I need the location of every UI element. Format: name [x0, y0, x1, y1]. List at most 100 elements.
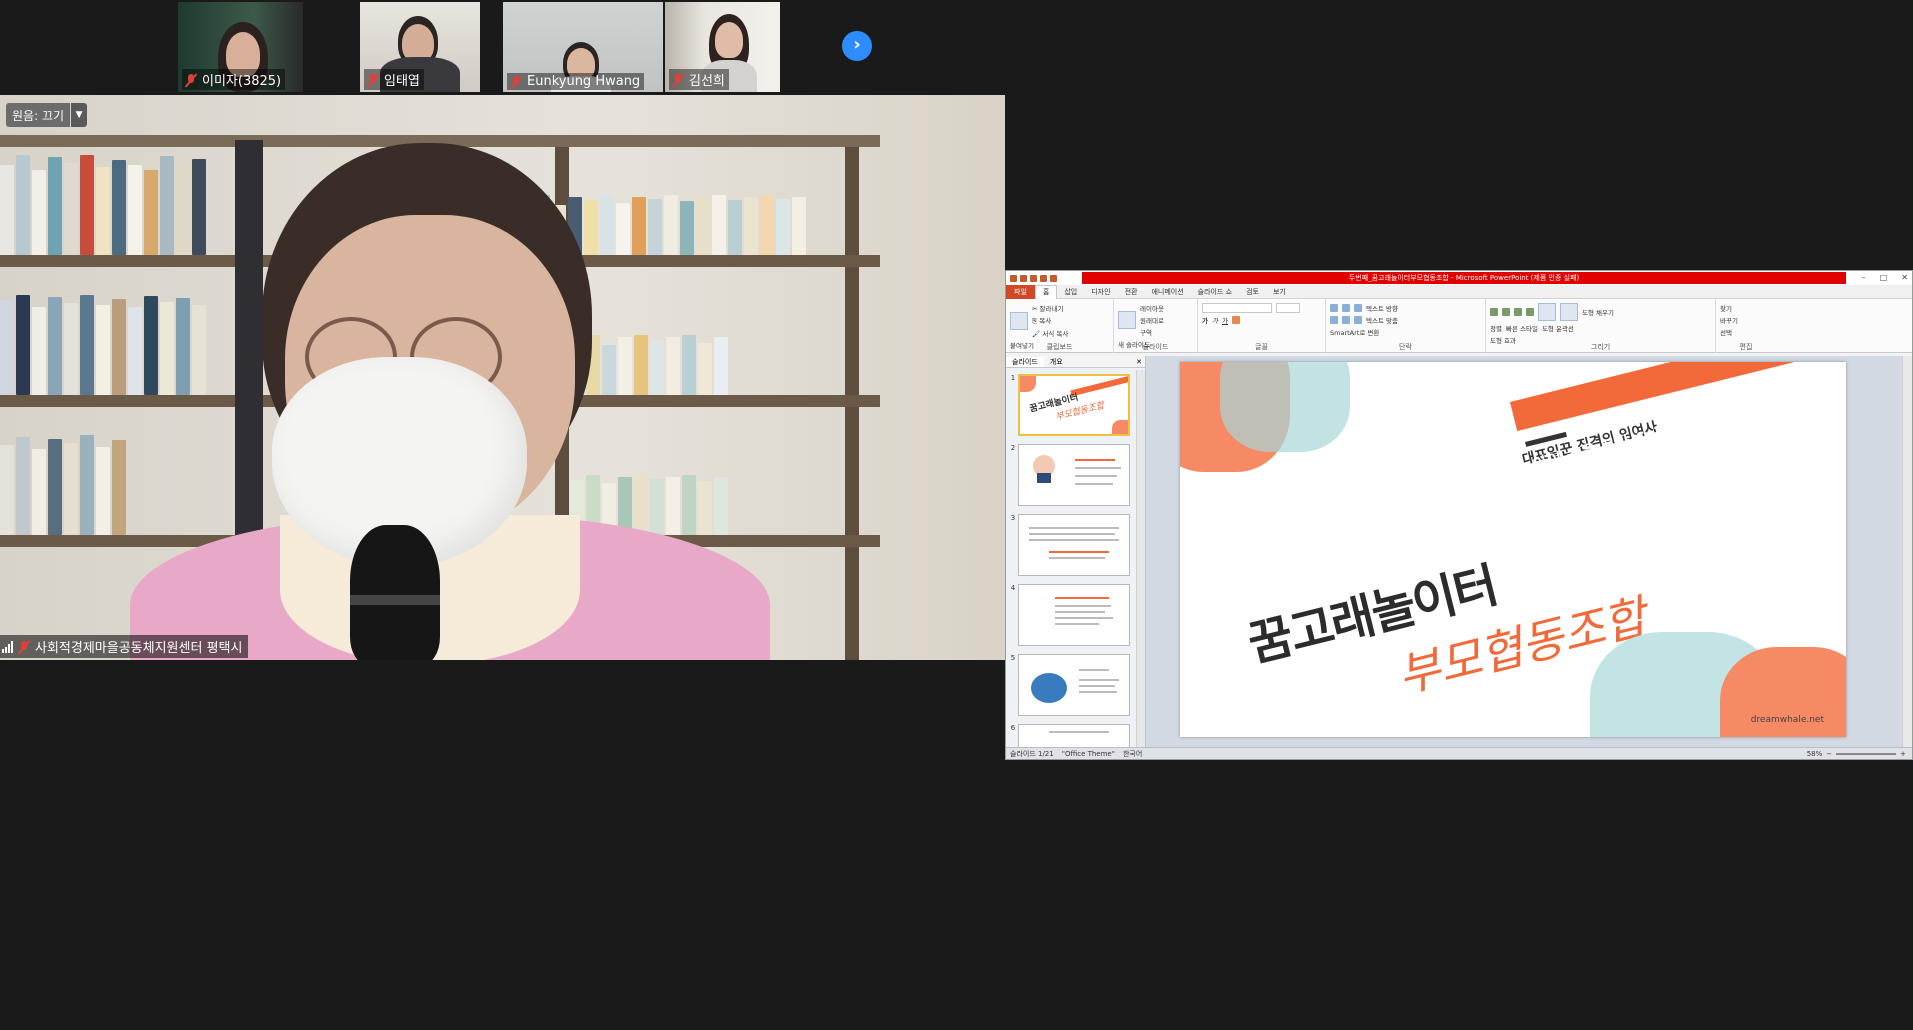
mic-muted-icon — [184, 73, 198, 87]
align-center-icon[interactable] — [1342, 316, 1350, 324]
shape-icon[interactable] — [1502, 308, 1510, 316]
font-size-select[interactable] — [1276, 303, 1300, 313]
tab-slideshow[interactable]: 슬라이드 쇼 — [1191, 287, 1239, 297]
ribbon: ✂ 잘라내기 ⎘ 복사 🖌 서식 복사 붙여넣기 클립보드 레이아웃 원래대로 … — [1006, 299, 1912, 353]
tab-review[interactable]: 검토 — [1239, 287, 1266, 297]
signal-strength-icon — [2, 640, 13, 653]
ribbon-tabs: 파일 홈 삽입 디자인 전환 애니메이션 슬라이드 쇼 검토 보기 — [1006, 284, 1912, 299]
window-title: 두번째_꿈고래놀이터부모협동조합 - Microsoft PowerPoint … — [1082, 272, 1846, 284]
ppt-titlebar: 두번째_꿈고래놀이터부모협동조합 - Microsoft PowerPoint … — [1006, 271, 1912, 285]
language: 한국어 — [1122, 749, 1143, 758]
font-group: 가가가 글꼴 — [1198, 299, 1326, 353]
cut-button[interactable]: ✂ 잘라내기 — [1032, 303, 1068, 313]
zoom-slider[interactable] — [1836, 752, 1897, 755]
indent-icon[interactable] — [1354, 304, 1362, 312]
tab-view[interactable]: 보기 — [1266, 287, 1293, 297]
shape-icon[interactable] — [1514, 308, 1522, 316]
quick-styles-icon[interactable] — [1560, 303, 1578, 321]
align-left-icon[interactable] — [1330, 316, 1338, 324]
original-audio-label[interactable]: 원음: 끄기 — [6, 103, 71, 127]
select-button[interactable]: 선택 — [1720, 327, 1732, 337]
participant-tile[interactable]: Eunkyung Hwang — [503, 2, 663, 92]
slide-thumbnail[interactable]: 4 — [1006, 580, 1135, 650]
slide-thumbnail[interactable]: 5 — [1006, 650, 1135, 720]
group-label: 단락 — [1399, 343, 1412, 351]
original-audio-toggle[interactable]: 원음: 끄기 ▼ — [6, 103, 88, 127]
slide-thumbnail-panel: 슬라이드 개요 ✕ 1 꿈고래놀이터 부모협동조합 2 3 4 5 6 — [1006, 356, 1146, 747]
theme-name: "Office Theme" — [1061, 749, 1115, 758]
close-icon[interactable]: ✕ — [1130, 358, 1145, 366]
participant-tile[interactable]: 임태엽 — [360, 2, 480, 92]
canvas-scrollbar[interactable] — [1902, 356, 1912, 747]
replace-button[interactable]: 바꾸기 — [1720, 315, 1738, 325]
paragraph-group: 텍스트 방향 텍스트 맞춤 SmartArt로 변환 단락 — [1326, 299, 1486, 353]
smartart-button[interactable]: SmartArt로 변환 — [1330, 327, 1379, 337]
numbering-icon[interactable] — [1342, 304, 1350, 312]
slide-thumbnail[interactable]: 2 — [1006, 440, 1135, 510]
align-right-icon[interactable] — [1354, 316, 1362, 324]
tab-design[interactable]: 디자인 — [1084, 287, 1117, 297]
zoom-meeting-screen: 이미자(3825) 임태엽 Eunkyung Hwang 김선희 › 원음: 끄… — [0, 0, 1913, 1030]
slide-canvas: 대표일꾼 진격의 임여사 아이 꿈을 꾸다 & 꿈을 꾸는 아이 꿈고래놀이터 … — [1146, 356, 1912, 747]
format-painter-button[interactable]: 🖌 서식 복사 — [1032, 328, 1068, 338]
quick-access-toolbar[interactable] — [1006, 274, 1082, 282]
current-slide[interactable]: 대표일꾼 진격의 임여사 아이 꿈을 꾸다 & 꿈을 꾸는 아이 꿈고래놀이터 … — [1180, 362, 1846, 737]
section-button[interactable]: 구역 — [1140, 327, 1164, 337]
participant-tile[interactable]: 이미자(3825) — [178, 2, 303, 92]
find-button[interactable]: 찾기 — [1720, 303, 1732, 313]
font-color-icon[interactable] — [1231, 316, 1240, 324]
tab-home[interactable]: 홈 — [1034, 284, 1058, 299]
shape-outline-button[interactable]: 도형 윤곽선 — [1542, 323, 1574, 333]
mic-muted-icon — [509, 75, 523, 89]
editing-group: 찾기 바꾸기 선택 편집 — [1716, 299, 1776, 353]
group-label: 슬라이드 — [1142, 343, 1169, 351]
tab-animations[interactable]: 애니메이션 — [1144, 287, 1190, 297]
group-label: 편집 — [1739, 343, 1753, 351]
tab-insert[interactable]: 삽입 — [1057, 287, 1084, 297]
minimize-icon[interactable]: – — [1862, 273, 1866, 282]
align-text-button[interactable]: 텍스트 맞춤 — [1366, 315, 1398, 325]
paste-icon[interactable] — [1010, 311, 1028, 330]
participant-name: Eunkyung Hwang — [527, 74, 641, 89]
tab-file[interactable]: 파일 — [1006, 284, 1035, 299]
arrange-icon[interactable] — [1538, 303, 1556, 321]
slides-group: 레이아웃 원래대로 구역 새 슬라이드 슬라이드 — [1114, 299, 1198, 353]
shape-fill-button[interactable]: 도형 채우기 — [1582, 307, 1614, 317]
slide-thumbnail[interactable]: 1 꿈고래놀이터 부모협동조합 — [1006, 370, 1135, 440]
copy-button[interactable]: ⎘ 복사 — [1032, 315, 1068, 326]
reset-button[interactable]: 원래대로 — [1140, 315, 1164, 325]
slide-thumbnail[interactable]: 3 — [1006, 510, 1135, 580]
participant-name: 이미자(3825) — [202, 74, 282, 89]
mic-muted-icon — [671, 73, 685, 87]
slide-thumbnail[interactable]: 6 — [1006, 720, 1135, 747]
chevron-right-icon[interactable]: › — [842, 31, 872, 61]
quick-styles-button[interactable]: 빠른 스타일 — [1506, 323, 1538, 333]
bullets-icon[interactable] — [1330, 304, 1338, 312]
font-name-select[interactable] — [1202, 303, 1272, 313]
arrange-button[interactable]: 정렬 — [1490, 323, 1502, 333]
participant-name: 임태엽 — [384, 74, 420, 89]
zoom-out-icon[interactable]: − — [1826, 750, 1832, 758]
panel-scrollbar[interactable] — [1136, 370, 1145, 747]
tab-outline[interactable]: 개요 — [1044, 357, 1069, 367]
close-icon[interactable]: ✕ — [1901, 273, 1908, 282]
shape-icon[interactable] — [1490, 308, 1498, 316]
tab-transitions[interactable]: 전환 — [1118, 287, 1145, 297]
chevron-down-icon[interactable]: ▼ — [71, 103, 88, 127]
zoom-level: 58% — [1806, 749, 1823, 758]
new-slide-icon[interactable] — [1118, 311, 1136, 329]
status-bar: 슬라이드 1/21 "Office Theme" 한국어 58% − + — [1006, 747, 1912, 759]
shape-icon[interactable] — [1526, 308, 1534, 316]
italic-icon[interactable]: 가 — [1212, 315, 1218, 325]
speaker-name: 사회적경제마을공동체지원센터 평택시 — [35, 641, 243, 656]
text-direction-button[interactable]: 텍스트 방향 — [1366, 303, 1398, 313]
bold-icon[interactable]: 가 — [1202, 315, 1208, 325]
layout-button[interactable]: 레이아웃 — [1140, 303, 1164, 313]
participant-strip: 이미자(3825) 임태엽 Eunkyung Hwang 김선희 › — [0, 0, 1005, 95]
maximize-icon[interactable]: □ — [1880, 273, 1888, 282]
participant-tile[interactable]: 김선희 — [665, 2, 780, 92]
underline-icon[interactable]: 가 — [1222, 315, 1228, 325]
drawing-group: 도형 채우기 정렬 빠른 스타일 도형 윤곽선 도형 효과 그리기 — [1486, 299, 1716, 353]
tab-slides[interactable]: 슬라이드 — [1006, 356, 1044, 367]
zoom-in-icon[interactable]: + — [1900, 750, 1906, 758]
